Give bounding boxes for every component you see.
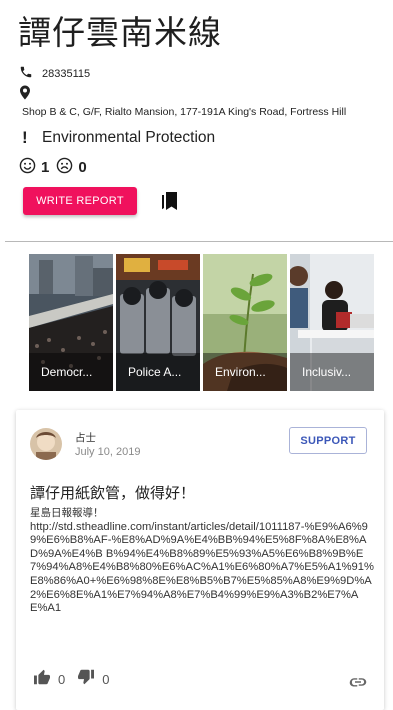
address-text: Shop B & C, G/F, Rialto Mansion, 177-191… [22,106,347,118]
avatar[interactable] [30,428,62,460]
report-date: July 10, 2019 [75,446,141,458]
category-tile-democracy[interactable]: Democr... [29,254,113,391]
vote-row: 0 0 [33,669,121,689]
exclamation-icon: ! [22,128,28,147]
smile-icon[interactable] [19,157,36,178]
upvote-count: 0 [58,671,66,687]
phone-icon [19,64,33,83]
report-title: 譚仔用紙飲管，做得好！ [30,484,196,502]
category-tile-label: Democr... [29,353,113,391]
address-row [19,85,31,104]
location-pin-icon [19,85,31,104]
category-tile-inclusive[interactable]: Inclusiv... [290,254,374,391]
report-body: 星島日報報導！ http://std.stheadline.com/instant… [30,507,375,616]
bookmarks-icon[interactable] [162,192,177,214]
report-body-url[interactable]: http://std.stheadline.com/instant/articl… [30,521,374,615]
report-body-heading: 星島日報報導！ [30,507,104,519]
category-tile-label: Police A... [116,353,200,391]
link-icon[interactable] [349,672,367,691]
dislike-count: 0 [78,159,87,176]
thumb-down-icon[interactable] [77,669,95,689]
frown-icon[interactable] [56,157,73,178]
report-author[interactable]: 占士 [75,430,96,445]
phone-row[interactable]: 28335115 [19,64,90,83]
report-card: 占士 July 10, 2019 SUPPORT 譚仔用紙飲管，做得好！ 星島日… [16,410,384,710]
like-count: 1 [41,159,50,176]
category-tile-label: Inclusiv... [290,353,374,391]
category-tile-environment[interactable]: Environ... [203,254,287,391]
place-title: 譚仔雲南米線 [18,13,222,52]
category-carousel: Democr... Police A... Environ... Inclusi… [29,254,377,391]
phone-number[interactable]: 28335115 [42,68,90,80]
category-tile-label: Environ... [203,353,287,391]
reaction-row: 1 0 [19,157,94,178]
support-button[interactable]: SUPPORT [289,427,367,454]
category-tile-police[interactable]: Police A... [116,254,200,391]
divider [5,241,393,242]
category-row: ! Environmental Protection [19,128,215,148]
category-label: Environmental Protection [42,129,216,146]
thumb-up-icon[interactable] [33,669,51,689]
write-report-button[interactable]: WRITE REPORT [23,187,137,215]
downvote-count: 0 [102,671,110,687]
